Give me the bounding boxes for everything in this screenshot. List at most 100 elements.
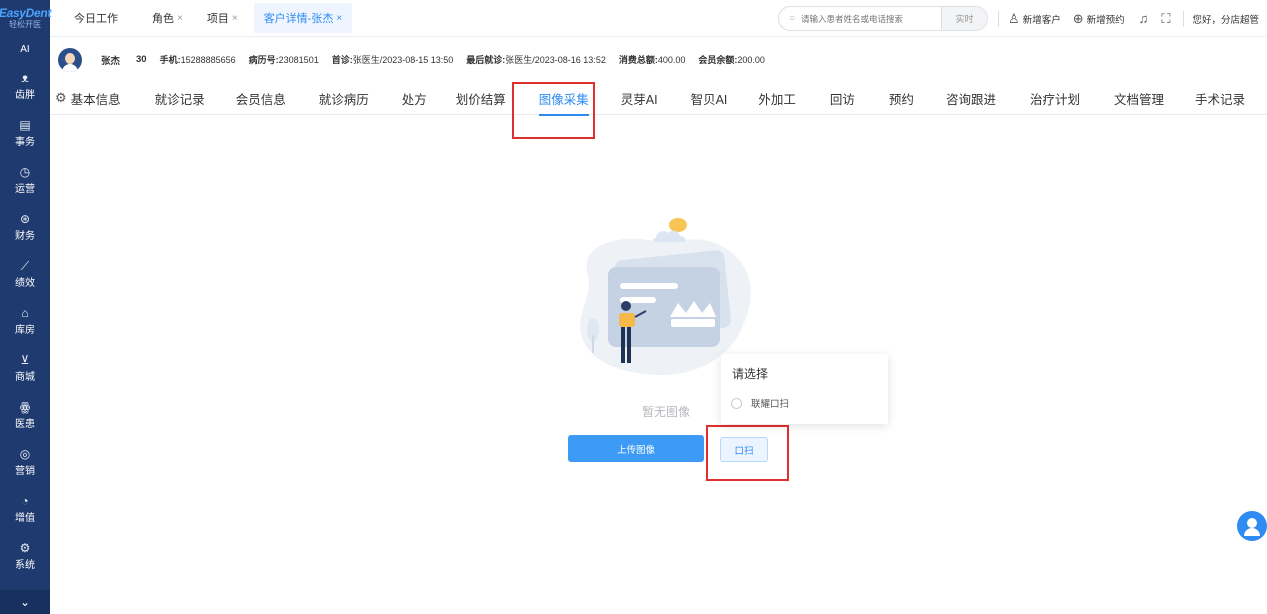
nav-tab-7[interactable]: 灵芽AI bbox=[621, 82, 658, 115]
tab-roles[interactable]: 角色 × bbox=[142, 0, 193, 36]
nav-tab-14[interactable]: 文档管理 bbox=[1114, 82, 1164, 115]
detail-nav-tabs: ⚙ 基本信息 就诊记录 会员信息 就诊病历 处方 划价结算 图像采集 灵芽AI 智贝AI 外加工 回… bbox=[50, 82, 1267, 116]
new-appointment-label: 新增预约 bbox=[1086, 14, 1125, 26]
search-input[interactable] bbox=[801, 13, 942, 24]
upload-image-button[interactable]: 上传图像 bbox=[568, 435, 704, 462]
clock-icon: ◷ bbox=[19, 164, 31, 179]
patient-phone: 手机:15288885656 bbox=[159, 55, 236, 65]
user-add-icon: ♙ bbox=[1008, 10, 1020, 26]
nav-tab-1[interactable]: 就诊记录 bbox=[155, 82, 205, 115]
nav-tab-13[interactable]: 治疗计划 bbox=[1030, 82, 1080, 115]
tab-label: 客户详情-张杰 bbox=[263, 13, 334, 25]
new-customer-label: 新增客户 bbox=[1022, 14, 1061, 26]
tooth-icon: ᴥ bbox=[21, 70, 29, 85]
logo-subtitle: 轻松开医 bbox=[9, 20, 41, 29]
sidebar-item-6[interactable]: ⊻ 商城 bbox=[0, 344, 50, 391]
radio-button[interactable] bbox=[731, 397, 742, 409]
sidebar-item-label: 商城 bbox=[15, 371, 35, 383]
tab-customer-detail[interactable]: 客户详情-张杰 × bbox=[253, 3, 353, 33]
nav-tab-6[interactable]: 图像采集 bbox=[538, 82, 589, 116]
nav-tab-11[interactable]: 预约 bbox=[889, 82, 914, 115]
tab-label: 项目 bbox=[206, 13, 229, 25]
sidebar-item-label: 库房 bbox=[15, 324, 35, 336]
close-icon[interactable]: × bbox=[336, 13, 342, 24]
sidebar-item-7[interactable]: ꙮ 医患 bbox=[0, 391, 50, 438]
sidebar: EasyDent 轻松开医 AI ᴥ 齿胖 ▤ 事务 ◷ 运营 ⊛ 财务 ⟋ 绩效 ⌂ 库房 ⊻ 商城 ꙮ 医… bbox=[0, 0, 52, 614]
sidebar-item-1[interactable]: ▤ 事务 bbox=[0, 109, 50, 156]
notification-button[interactable]: ♫ bbox=[1139, 11, 1152, 26]
cart-icon: ⊻ bbox=[20, 352, 30, 367]
sidebar-item-2[interactable]: ◷ 运营 bbox=[0, 156, 50, 203]
nav-tab-0[interactable]: 基本信息 bbox=[71, 82, 121, 115]
sidebar-item-label: 运营 bbox=[15, 183, 35, 195]
gear-icon[interactable]: ⚙ bbox=[55, 90, 67, 106]
nav-tab-9[interactable]: 外加工 bbox=[758, 82, 796, 115]
patient-first-visit: 首诊:张医生/2023-08-15 13:50 bbox=[331, 55, 454, 65]
sidebar-item-label: 营销 bbox=[15, 465, 35, 477]
nav-tab-8[interactable]: 智贝AI bbox=[691, 82, 728, 115]
sidebar-item-0[interactable]: ᴥ 齿胖 bbox=[0, 62, 50, 109]
divider bbox=[1183, 10, 1185, 27]
nav-tab-5[interactable]: 划价结算 bbox=[456, 82, 506, 115]
sidebar-item-label: 绩效 bbox=[15, 277, 35, 289]
sidebar-collapse-button[interactable]: ⌄ bbox=[0, 590, 50, 614]
nav-tab-10[interactable]: 回访 bbox=[830, 82, 855, 115]
sidebar-item-label: 齿胖 bbox=[15, 89, 35, 101]
intraoral-scan-button[interactable]: 口扫 bbox=[720, 437, 768, 462]
search-realtime-button[interactable]: 实时 bbox=[941, 7, 988, 30]
sidebar-item-ai[interactable]: AI bbox=[0, 36, 50, 62]
user-greeting[interactable]: 您好，分店超管 bbox=[1192, 12, 1259, 26]
top-right-tools: ○ 实时 ♙ 新增客户 ⊕ 新增预约 ♫ ⛶ 您好，分店超管 bbox=[778, 0, 1267, 37]
nav-tab-4[interactable]: 处方 bbox=[402, 82, 427, 115]
fullscreen-button[interactable]: ⛶ bbox=[1161, 11, 1173, 27]
scan-option-radio[interactable]: 联耀口扫 bbox=[731, 396, 789, 410]
sidebar-item-8[interactable]: ◎ 营销 bbox=[0, 438, 50, 485]
patient-member-balance: 会员余额:200.00 bbox=[698, 55, 765, 65]
new-appointment-button[interactable]: ⊕ 新增预约 bbox=[1073, 11, 1125, 27]
nav-tab-3[interactable]: 就诊病历 bbox=[319, 82, 369, 115]
warehouse-icon: ⌂ bbox=[21, 305, 29, 320]
logo-text: EasyDent bbox=[0, 6, 52, 20]
tab-projects[interactable]: 项目 × bbox=[197, 0, 248, 36]
sidebar-item-3[interactable]: ⊛ 财务 bbox=[0, 203, 50, 250]
sidebar-item-label: 财务 bbox=[15, 230, 35, 242]
new-customer-button[interactable]: ♙ 新增客户 bbox=[1008, 11, 1061, 27]
search-icon: ○ bbox=[789, 13, 796, 24]
wallet-icon: ⊛ bbox=[19, 211, 31, 226]
document-icon: ▤ bbox=[19, 117, 31, 132]
close-icon[interactable]: × bbox=[177, 13, 183, 24]
nav-tab-12[interactable]: 咨询跟进 bbox=[946, 82, 996, 115]
app-logo[interactable]: EasyDent 轻松开医 bbox=[0, 0, 52, 36]
patient-last-visit: 最后就诊:张医生/2023-08-16 13:52 bbox=[466, 55, 606, 65]
fullscreen-icon: ⛶ bbox=[1161, 10, 1171, 26]
nav-tab-15[interactable]: 手术记录 bbox=[1195, 82, 1245, 115]
patient-search: ○ 实时 bbox=[778, 6, 989, 31]
close-icon[interactable]: × bbox=[232, 13, 238, 24]
sidebar-item-4[interactable]: ⟋ 绩效 bbox=[0, 250, 50, 297]
growth-icon: ◔ bbox=[21, 493, 29, 508]
tab-label: 角色 bbox=[152, 13, 174, 25]
avatar bbox=[58, 47, 82, 72]
empty-state-text: 暂无图像 bbox=[642, 405, 691, 419]
patient-age: 30 bbox=[136, 54, 147, 65]
chart-icon: ⟋ bbox=[20, 258, 30, 273]
sidebar-item-5[interactable]: ⌂ 库房 bbox=[0, 297, 50, 344]
target-icon: ◎ bbox=[19, 446, 31, 461]
support-avatar-button[interactable] bbox=[1237, 511, 1267, 541]
tab-today-work[interactable]: 今日工作 bbox=[64, 0, 128, 36]
tab-label: 今日工作 bbox=[74, 13, 118, 25]
patient-record-number: 病历号:23081501 bbox=[248, 55, 319, 65]
patient-info-bar: 张杰 30 手机:15288885656 病历号:23081501 首诊:张医生… bbox=[50, 37, 1267, 82]
sidebar-item-10[interactable]: ⚙ 系统 bbox=[0, 532, 50, 579]
patient-name: 张杰 bbox=[101, 55, 121, 67]
patient-total-spent: 消费总额:400.00 bbox=[618, 55, 686, 65]
chevron-down-icon: ⌄ bbox=[19, 595, 31, 609]
sidebar-item-label: 事务 bbox=[15, 136, 35, 148]
top-tab-bar: 今日工作 角色 × 项目 × 客户详情-张杰 × ○ 实时 ♙ 新增客户 ⊕ 新… bbox=[50, 0, 1267, 37]
scan-select-popover: 请选择 联耀口扫 bbox=[721, 354, 888, 424]
nav-tab-2[interactable]: 会员信息 bbox=[236, 82, 286, 115]
sidebar-item-label: 医患 bbox=[15, 418, 35, 430]
sidebar-item-9[interactable]: ◔ 增值 bbox=[0, 485, 50, 532]
gear-icon: ⚙ bbox=[19, 540, 31, 555]
divider bbox=[998, 10, 1000, 27]
